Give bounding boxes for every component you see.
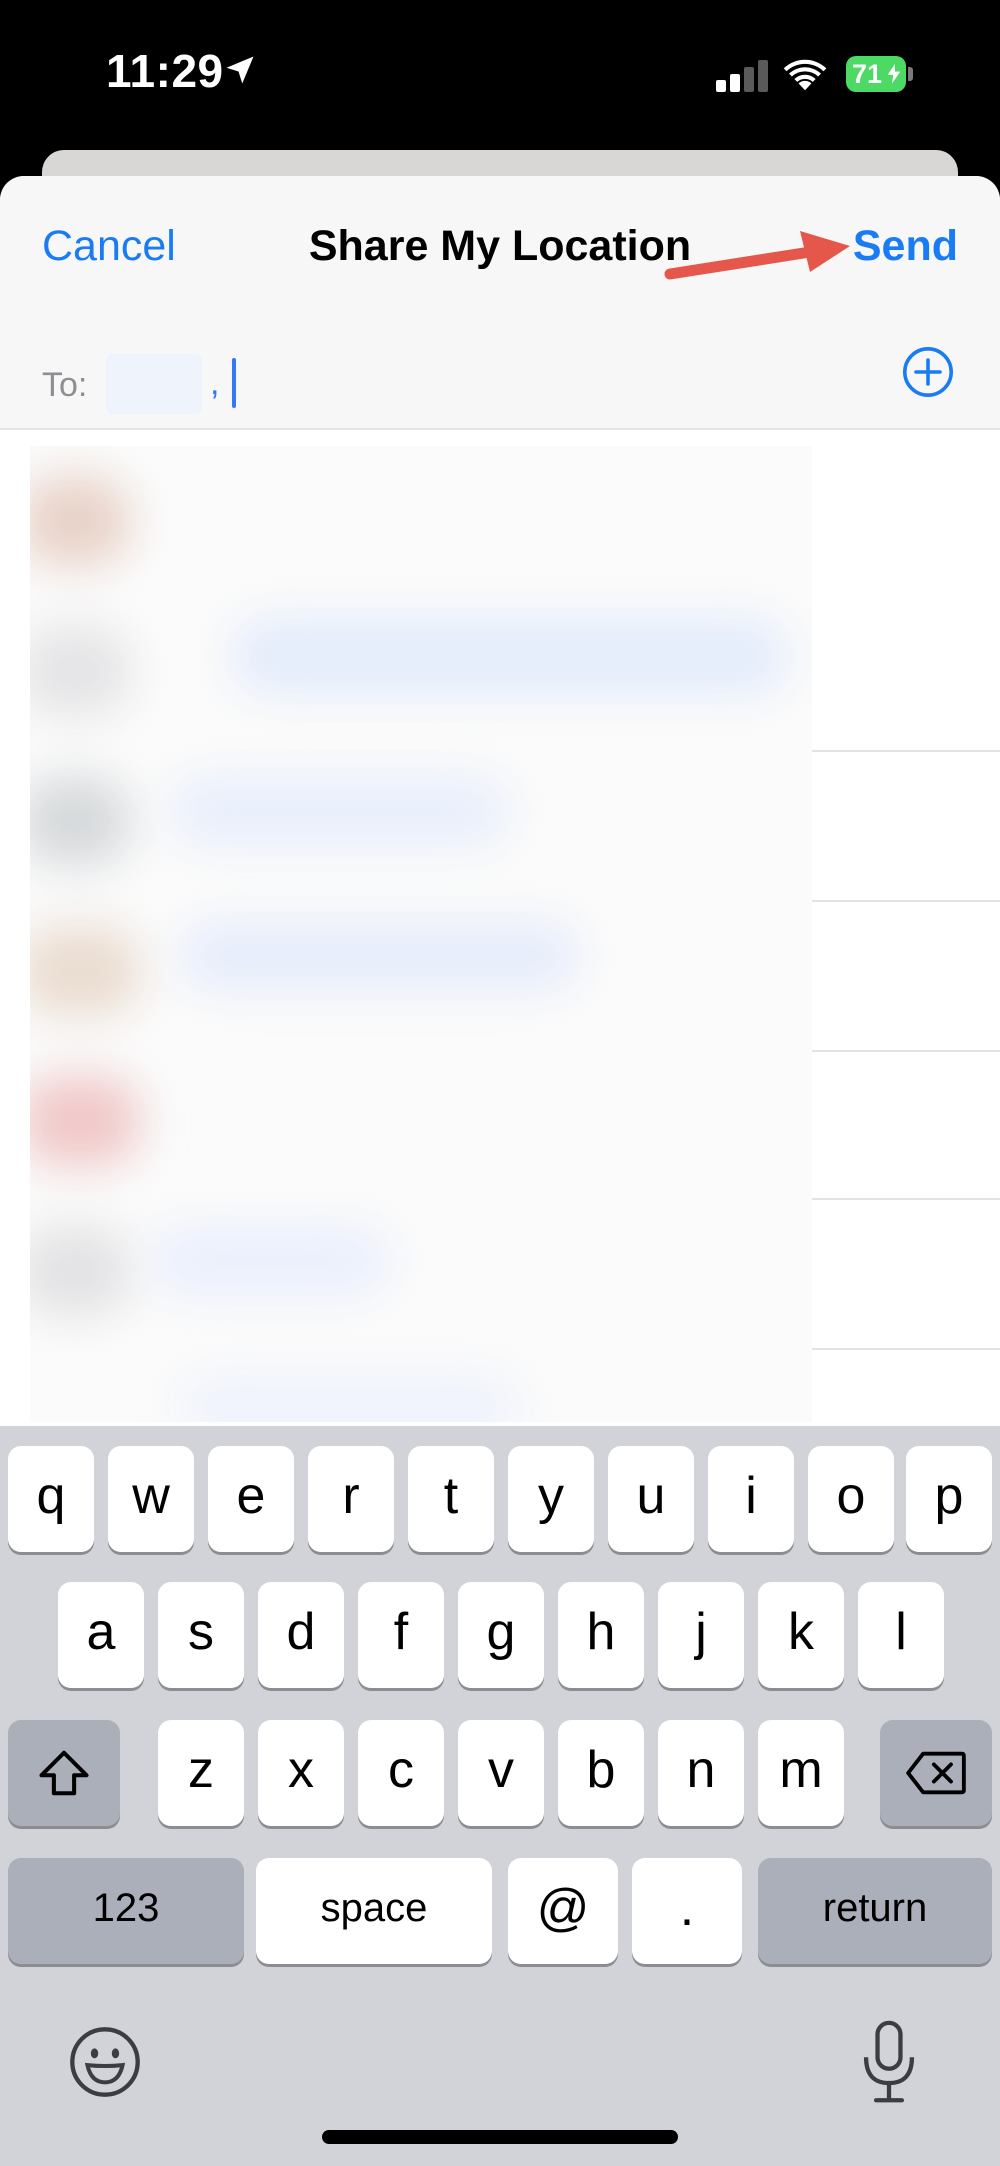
key-a[interactable]: a xyxy=(58,1582,144,1688)
charging-bolt-icon xyxy=(886,62,902,86)
key-w[interactable]: w xyxy=(108,1446,194,1552)
key-g[interactable]: g xyxy=(458,1582,544,1688)
key-e[interactable]: e xyxy=(208,1446,294,1552)
delete-key[interactable] xyxy=(880,1720,992,1826)
at-key[interactable]: @ xyxy=(508,1858,618,1964)
status-bar: 11:29 71 xyxy=(0,0,1000,150)
numbers-key[interactable]: 123 xyxy=(8,1858,244,1964)
key-b[interactable]: b xyxy=(558,1720,644,1826)
key-h[interactable]: h xyxy=(558,1582,644,1688)
key-x[interactable]: x xyxy=(258,1720,344,1826)
delete-backspace-icon xyxy=(906,1751,966,1795)
key-u[interactable]: u xyxy=(608,1446,694,1552)
key-s[interactable]: s xyxy=(158,1582,244,1688)
key-j[interactable]: j xyxy=(658,1582,744,1688)
key-m[interactable]: m xyxy=(758,1720,844,1826)
to-label: To: xyxy=(42,366,88,404)
shift-key[interactable] xyxy=(8,1720,120,1826)
emoji-icon[interactable] xyxy=(68,2025,142,2099)
key-z[interactable]: z xyxy=(158,1720,244,1826)
key-d[interactable]: d xyxy=(258,1582,344,1688)
text-cursor xyxy=(232,358,236,408)
blurred-contact-suggestions[interactable] xyxy=(30,446,812,1422)
sheet-header: Cancel Share My Location Send To: , xyxy=(0,176,1000,430)
key-f[interactable]: f xyxy=(358,1582,444,1688)
location-arrow-icon xyxy=(226,56,254,84)
annotation-arrow-icon xyxy=(664,231,850,280)
key-n[interactable]: n xyxy=(658,1720,744,1826)
microphone-icon[interactable] xyxy=(860,2020,918,2106)
space-key[interactable]: space xyxy=(256,1858,492,1964)
period-key[interactable]: . xyxy=(632,1858,742,1964)
add-contact-icon[interactable] xyxy=(902,346,954,398)
key-l[interactable]: l xyxy=(858,1582,944,1688)
key-c[interactable]: c xyxy=(358,1720,444,1826)
recipient-separator: , xyxy=(210,364,220,402)
cellular-signal-icon xyxy=(716,60,768,92)
status-time: 11:29 xyxy=(106,45,224,97)
key-o[interactable]: o xyxy=(808,1446,894,1552)
recipient-field[interactable]: To: , xyxy=(0,336,1000,426)
battery-icon: 71 xyxy=(846,56,913,92)
key-k[interactable]: k xyxy=(758,1582,844,1688)
key-r[interactable]: r xyxy=(308,1446,394,1552)
return-key[interactable]: return xyxy=(758,1858,992,1964)
home-indicator[interactable] xyxy=(322,2130,678,2144)
key-i[interactable]: i xyxy=(708,1446,794,1552)
key-y[interactable]: y xyxy=(508,1446,594,1552)
key-q[interactable]: q xyxy=(8,1446,94,1552)
key-p[interactable]: p xyxy=(906,1446,992,1552)
key-t[interactable]: t xyxy=(408,1446,494,1552)
wifi-icon xyxy=(783,59,827,91)
shift-icon xyxy=(39,1750,89,1796)
key-v[interactable]: v xyxy=(458,1720,544,1826)
send-button[interactable]: Send xyxy=(853,222,958,271)
